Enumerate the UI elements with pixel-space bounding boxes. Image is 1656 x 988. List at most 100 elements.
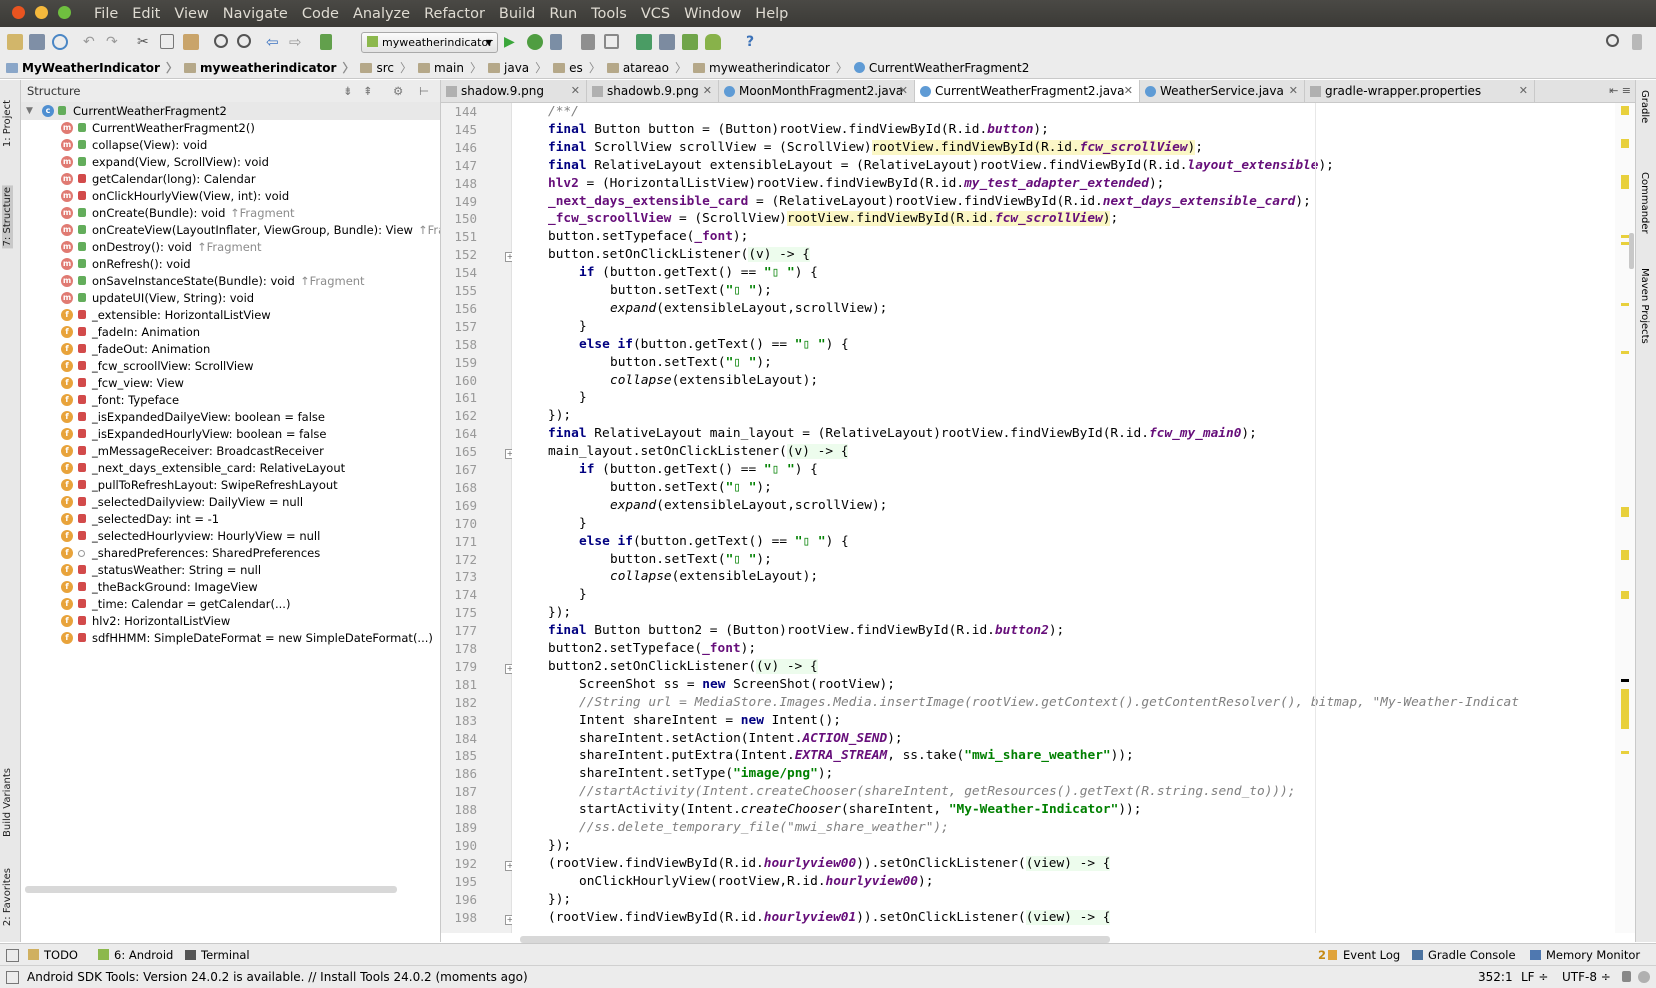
code-line[interactable]: _next_days_extensible_card = (RelativeLa… [548, 194, 1311, 209]
close-tab-icon[interactable]: ✕ [899, 80, 908, 102]
breadcrumb-item[interactable]: main 〉 [418, 59, 482, 76]
tree-item[interactable]: f _next_days_extensible_card: RelativeLay… [21, 459, 440, 477]
tab-structure[interactable]: 7: Structure [2, 185, 13, 249]
editor-horizontal-scrollbar[interactable] [520, 936, 1110, 943]
code-line[interactable]: hlv2 = (HorizontalListView)rootView.find… [548, 176, 1164, 191]
sort-icon[interactable]: ⇟ [343, 80, 353, 102]
tab-commander[interactable]: Commander [1639, 172, 1650, 234]
forward-icon[interactable]: ⇨ [289, 34, 305, 50]
lock-icon[interactable] [1622, 971, 1631, 982]
replace-icon[interactable] [237, 34, 251, 48]
menu-item-tools[interactable]: Tools [591, 0, 627, 27]
code-line[interactable]: final ScrollView scrollView = (ScrollVie… [548, 139, 1203, 155]
breadcrumb-item[interactable]: MyWeatherIndicator 〉 [6, 59, 178, 76]
code-line[interactable]: button.setTypeface(_font); [548, 229, 748, 244]
toggle-tool-windows-icon[interactable] [6, 949, 19, 962]
tree-item[interactable]: f _fcw_view: View [21, 374, 440, 392]
tree-item[interactable]: m CurrentWeatherFragment2() [21, 119, 440, 137]
close-tab-icon[interactable]: ✕ [1124, 80, 1133, 102]
gradle-console-button[interactable]: Gradle Console [1412, 944, 1516, 966]
breadcrumb-item[interactable]: myweatherindicator 〉 [693, 59, 848, 76]
warning-mark[interactable] [1621, 689, 1629, 729]
terminal-button[interactable]: Terminal [185, 944, 250, 966]
tree-item[interactable]: m onClickHourlyView(View, int): void [21, 187, 440, 205]
tree-item[interactable]: f sdfHHMM: SimpleDateFormat = new SimpleD… [21, 629, 440, 647]
code-line[interactable]: if (button.getText() == "▯ ") { [579, 265, 818, 280]
menu-item-navigate[interactable]: Navigate [223, 0, 288, 27]
code-line[interactable]: //ss.delete_temporary_file("mwi_share_we… [579, 820, 949, 835]
tree-item[interactable]: f _fcw_scroollView: ScrollView [21, 357, 440, 375]
search-everywhere-icon[interactable] [1606, 34, 1619, 47]
gear-icon[interactable]: ⚙ [393, 80, 403, 102]
code-line[interactable]: } [579, 319, 587, 334]
save-icon[interactable] [29, 34, 45, 50]
android-monitor-icon[interactable] [705, 34, 721, 50]
android-button[interactable]: 6: Android [98, 944, 173, 966]
memory-monitor-button[interactable]: Memory Monitor [1530, 944, 1640, 966]
open-folder-icon[interactable] [7, 34, 23, 50]
code-line[interactable]: expand(extensibleLayout,scrollView); [610, 498, 887, 513]
tree-item[interactable]: f _font: Typeface [21, 391, 440, 409]
tab-file[interactable]: MoonMonthFragment2.java ✕ [719, 80, 915, 102]
paste-icon[interactable] [183, 34, 199, 50]
close-tab-icon[interactable]: ✕ [703, 80, 712, 102]
tree-item[interactable]: f _selectedDailyview: DailyView = null [21, 493, 440, 511]
tree-item[interactable]: f _isExpandedDailyeView: boolean = false [21, 408, 440, 426]
code-line[interactable]: collapse(extensibleLayout); [610, 569, 818, 584]
back-icon[interactable]: ⇦ [266, 34, 282, 50]
tab-file[interactable]: WeatherService.java ✕ [1140, 80, 1305, 102]
tree-item[interactable]: f _statusWeather: String = null [21, 561, 440, 579]
tree-item[interactable]: f _mMessageReceiver: BroadcastReceiver [21, 442, 440, 460]
code-line[interactable]: final RelativeLayout extensibleLayout = … [548, 158, 1334, 173]
code-line[interactable]: main_layout.setOnClickListener((v) -> { [548, 444, 849, 460]
run-icon[interactable]: ▶ [504, 34, 520, 50]
make-project-icon[interactable] [320, 34, 332, 50]
breadcrumb-item[interactable]: atareao 〉 [606, 59, 687, 76]
code-line[interactable]: final Button button = (Button)rootView.f… [548, 122, 1049, 137]
tree-item[interactable]: m getCalendar(long): Calendar [21, 170, 440, 188]
code-line[interactable]: startActivity(Intent.createChooser(share… [579, 802, 1141, 817]
code-line[interactable]: button.setText("▯ "); [610, 283, 772, 298]
menu-item-code[interactable]: Code [302, 0, 339, 27]
code-line[interactable]: button.setText("▯ "); [610, 355, 772, 370]
warning-mark[interactable] [1621, 303, 1629, 306]
menu-item-help[interactable]: Help [755, 0, 788, 27]
tab-file[interactable]: shadow.9.png ✕ [441, 80, 587, 102]
tab-gradle[interactable]: Gradle [1639, 90, 1650, 123]
menu-item-window[interactable]: Window [684, 0, 741, 27]
maximize-window-button[interactable] [58, 6, 71, 19]
todo-button[interactable]: TODO [28, 944, 78, 966]
tree-item[interactable]: f hlv2: HorizontalListView [21, 612, 440, 630]
code-line[interactable]: } [579, 516, 587, 531]
code-line[interactable]: }); [548, 838, 571, 853]
warning-mark[interactable] [1621, 139, 1629, 148]
menu-item-run[interactable]: Run [549, 0, 577, 27]
warning-mark[interactable] [1621, 550, 1629, 560]
code-line[interactable]: button2.setOnClickListener((v) -> { [548, 658, 818, 674]
undo-icon[interactable]: ↶ [83, 34, 99, 50]
code-line[interactable]: final RelativeLayout main_layout = (Rela… [548, 426, 1257, 441]
warning-mark[interactable] [1621, 591, 1629, 599]
tree-item[interactable]: f _isExpandedHourlyView: boolean = false [21, 425, 440, 443]
code-line[interactable]: shareIntent.putExtra(Intent.EXTRA_STREAM… [579, 748, 1134, 763]
menu-item-view[interactable]: View [174, 0, 208, 27]
code-line[interactable]: if (button.getText() == "▯ ") { [579, 462, 818, 477]
code-line[interactable]: final Button button2 = (Button)rootView.… [548, 623, 1064, 638]
tab-file[interactable]: shadowb.9.png ✕ [587, 80, 719, 102]
code-line[interactable]: (rootView.findViewById(R.id.hourlyview01… [548, 909, 1111, 925]
status-message[interactable]: Android SDK Tools: Version 24.0.2 is ava… [27, 966, 528, 988]
editor-vertical-scrollbar[interactable] [1629, 233, 1634, 269]
file-encoding[interactable]: UTF-8 ÷ [1562, 966, 1611, 988]
breadcrumb-item[interactable]: src 〉 [360, 59, 412, 76]
code-line[interactable]: (rootView.findViewById(R.id.hourlyview00… [548, 855, 1111, 871]
warning-mark[interactable] [1621, 507, 1629, 517]
tree-item[interactable]: m onCreateView(LayoutInflater, ViewGroup,… [21, 221, 440, 239]
code-line[interactable]: } [579, 390, 587, 405]
settings-icon[interactable] [604, 34, 619, 49]
help-icon[interactable]: ? [746, 34, 762, 50]
breadcrumb-item[interactable]: es 〉 [553, 59, 601, 76]
tab-project[interactable]: 1: Project [2, 100, 13, 147]
find-icon[interactable] [214, 34, 228, 48]
code-line[interactable]: else if(button.getText() == "▯ ") { [579, 534, 849, 549]
tree-item[interactable]: f _selectedDay: int = -1 [21, 510, 440, 528]
